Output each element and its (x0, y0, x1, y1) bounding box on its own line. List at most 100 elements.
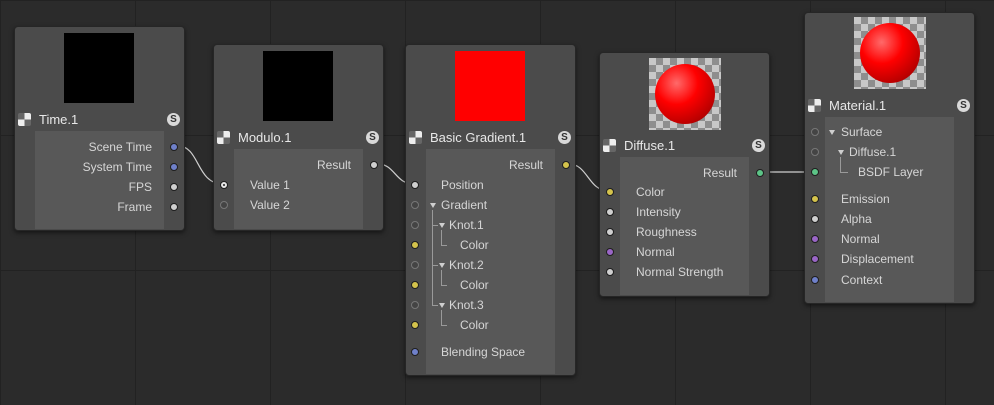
output-port-result[interactable] (562, 161, 570, 169)
material-node-header[interactable]: Material.1 S (805, 94, 974, 116)
input-port-normal[interactable] (606, 248, 614, 256)
modulo-node-header[interactable]: Modulo.1 S (214, 126, 383, 148)
sphere-preview (860, 23, 920, 83)
tree-line (441, 230, 442, 245)
input-port-value-2[interactable] (220, 201, 228, 209)
input-port-diffuse-1[interactable] (811, 148, 819, 156)
expand-triangle-icon[interactable] (838, 150, 844, 155)
output-port-frame[interactable] (170, 203, 178, 211)
solo-badge-icon[interactable]: S (957, 98, 970, 112)
tree-line (441, 245, 447, 246)
input-port-knot-2-color[interactable] (411, 281, 419, 289)
port-label-knot-2: Knot.2 (449, 258, 484, 272)
solo-badge-icon[interactable]: S (366, 130, 379, 144)
solo-badge-icon[interactable]: S (167, 112, 180, 126)
output-port-fps[interactable] (170, 183, 178, 191)
port-label-knot-2-color: Color (460, 278, 489, 292)
result-label: Result (508, 158, 543, 172)
diffuse-preview (649, 58, 721, 130)
port-label-color: Color (636, 185, 665, 199)
gradient-node-header[interactable]: Basic Gradient.1 S (406, 126, 575, 148)
time-preview (64, 33, 134, 103)
input-port-displacement[interactable] (811, 255, 819, 263)
port-label-scene-time: Scene Time (88, 140, 152, 154)
port-label-fps: FPS (128, 180, 152, 194)
result-label: Result (316, 158, 351, 172)
input-port-knot-1-color[interactable] (411, 241, 419, 249)
input-port-surface[interactable] (811, 128, 819, 136)
input-port-value-1[interactable] (220, 181, 228, 189)
input-port-knot-1[interactable] (411, 221, 419, 229)
tree-line (840, 157, 841, 173)
input-port-normal-strength[interactable] (606, 268, 614, 276)
port-label-value-1: Value 1 (250, 178, 290, 192)
node-title: Modulo.1 (238, 129, 292, 145)
port-label-knot-3: Knot.3 (449, 298, 484, 312)
node-title: Basic Gradient.1 (430, 129, 527, 145)
tree-line (432, 305, 438, 306)
result-label: Result (702, 166, 737, 180)
material-node[interactable]: Material.1 S Surface Diffuse.1 BSDF Laye… (804, 12, 975, 304)
sphere-preview (655, 64, 715, 124)
expand-triangle-icon[interactable] (439, 263, 445, 268)
diffuse-node[interactable]: Diffuse.1 S Result Color Intensity Rough… (599, 52, 770, 297)
port-label-normal: Normal (841, 232, 880, 246)
gradient-preview (455, 51, 525, 121)
input-port-roughness[interactable] (606, 228, 614, 236)
output-port-result[interactable] (756, 169, 764, 177)
node-type-icon (217, 130, 230, 144)
expand-triangle-icon[interactable] (439, 223, 445, 228)
input-port-bsdf-layer[interactable] (811, 168, 819, 176)
expand-triangle-icon[interactable] (829, 130, 835, 135)
output-port-scene-time[interactable] (170, 143, 178, 151)
port-label-gradient: Gradient (441, 198, 488, 212)
tree-line (441, 270, 442, 285)
input-port-blending-space[interactable] (411, 348, 419, 356)
node-title: Material.1 (829, 97, 887, 113)
solo-badge-icon[interactable]: S (752, 138, 765, 152)
tree-line (432, 265, 438, 266)
input-port-emission[interactable] (811, 195, 819, 203)
port-label-displacement: Displacement (841, 252, 914, 266)
solo-badge-icon[interactable]: S (558, 130, 571, 144)
port-label-knot-1: Knot.1 (449, 218, 484, 232)
modulo-node[interactable]: Modulo.1 S Result Value 1 Value 2 (213, 44, 384, 231)
output-port-system-time[interactable] (170, 163, 178, 171)
input-port-knot-3[interactable] (411, 301, 419, 309)
time-node[interactable]: Time.1 S Scene Time System Time FPS Fram… (14, 26, 185, 231)
diffuse-node-header[interactable]: Diffuse.1 S (600, 134, 769, 156)
input-port-position[interactable] (411, 181, 419, 189)
tree-line (840, 172, 848, 173)
input-port-color[interactable] (606, 188, 614, 196)
expand-triangle-icon[interactable] (439, 303, 445, 308)
tree-line (441, 325, 447, 326)
input-port-gradient[interactable] (411, 201, 419, 209)
input-port-alpha[interactable] (811, 215, 819, 223)
port-label-diffuse-1: Diffuse.1 (849, 145, 897, 159)
port-label-alpha: Alpha (841, 212, 872, 226)
input-port-knot-3-color[interactable] (411, 321, 419, 329)
basic-gradient-node[interactable]: Basic Gradient.1 S Result Position Gradi… (405, 44, 576, 376)
port-label-surface: Surface (841, 125, 883, 139)
input-port-normal[interactable] (811, 235, 819, 243)
node-type-icon (18, 112, 31, 126)
port-label-value-2: Value 2 (250, 198, 290, 212)
port-label-bsdf-layer: BSDF Layer (858, 165, 924, 179)
port-label-emission: Emission (841, 192, 890, 206)
port-label-knot-1-color: Color (460, 238, 489, 252)
input-port-intensity[interactable] (606, 208, 614, 216)
time-node-header[interactable]: Time.1 S (15, 108, 184, 130)
tree-line (432, 225, 438, 226)
input-port-knot-2[interactable] (411, 261, 419, 269)
tree-line (441, 310, 442, 325)
port-label-normal-strength: Normal Strength (636, 265, 724, 279)
tree-line (441, 285, 447, 286)
port-label-roughness: Roughness (636, 225, 697, 239)
port-label-intensity: Intensity (636, 205, 681, 219)
input-port-context[interactable] (811, 276, 819, 284)
port-label-system-time: System Time (82, 160, 152, 174)
expand-triangle-icon[interactable] (430, 203, 436, 208)
material-preview (854, 17, 926, 89)
output-port-result[interactable] (370, 161, 378, 169)
modulo-preview (263, 51, 333, 121)
